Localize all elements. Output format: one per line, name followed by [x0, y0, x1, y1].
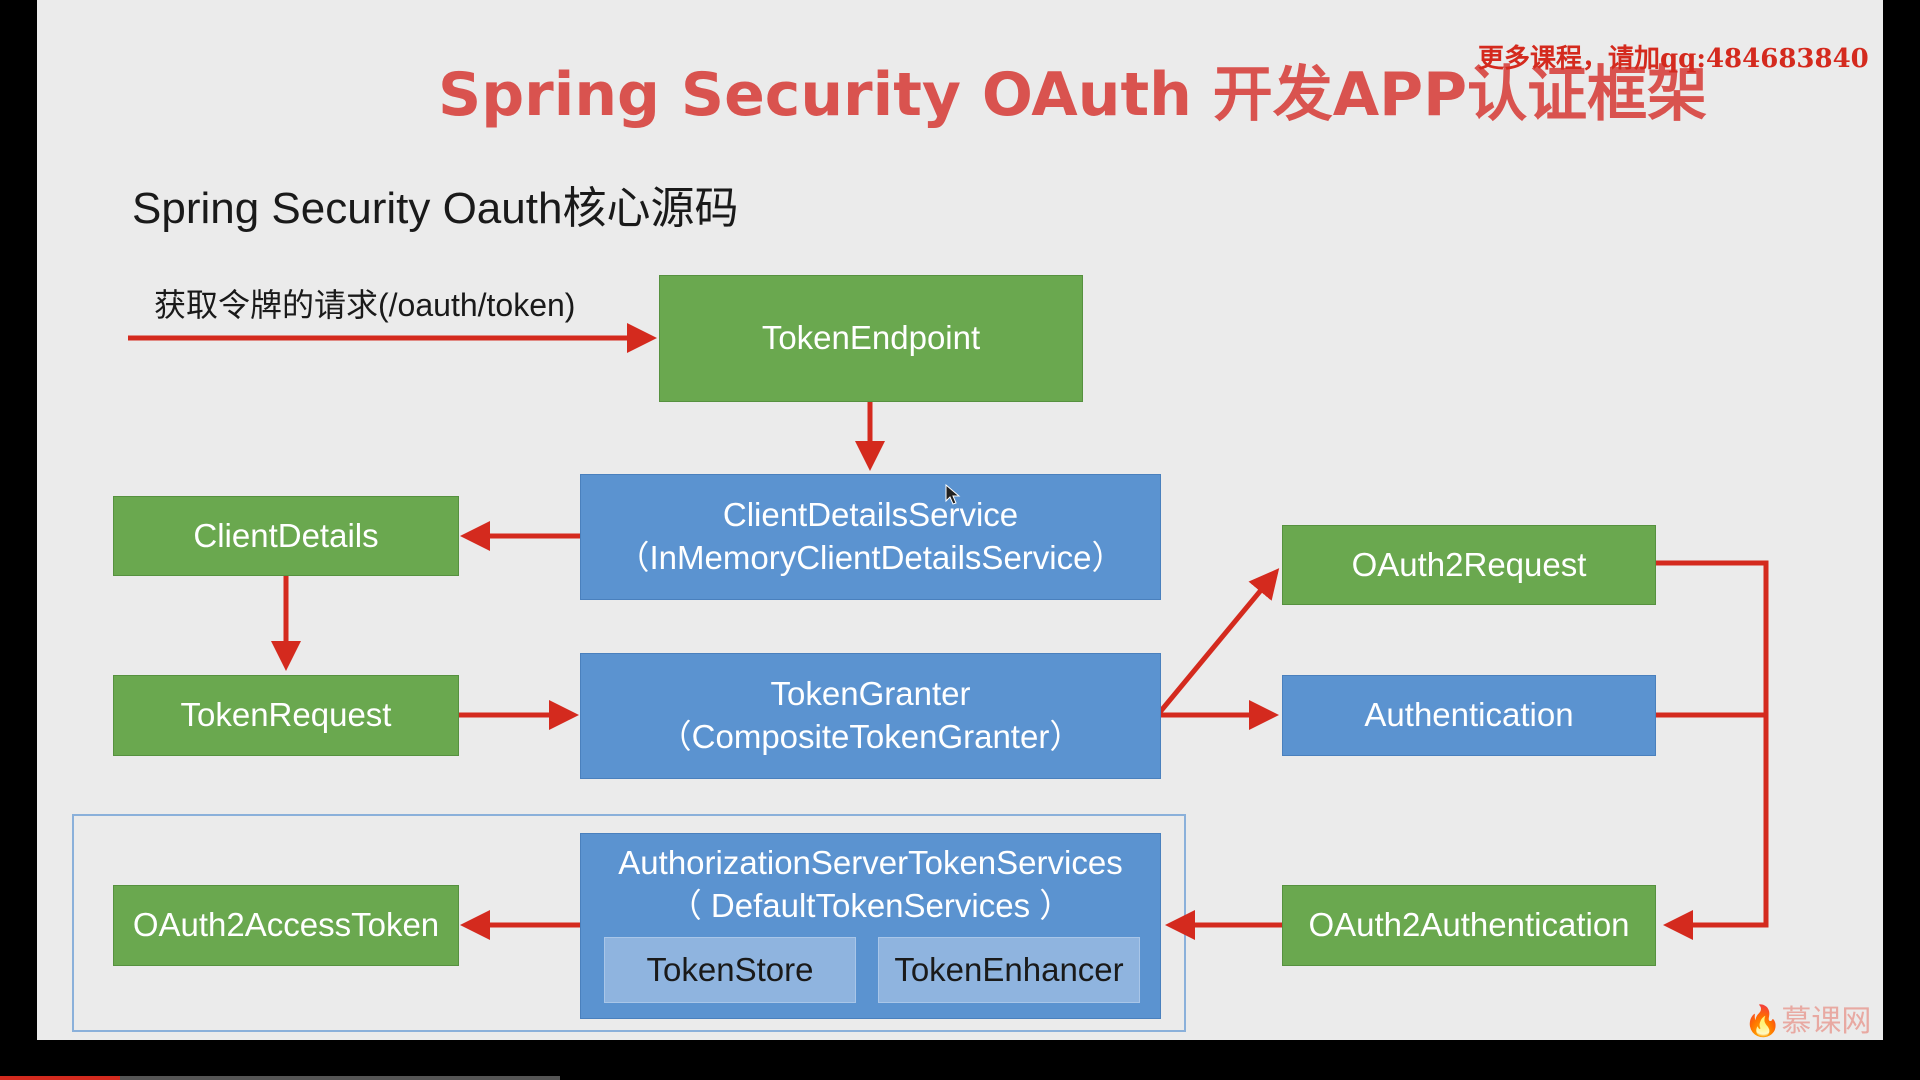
- mouse-cursor-icon: [945, 484, 961, 505]
- node-sublabel: （CompositeTokenGranter）: [658, 718, 1083, 755]
- node-oauth2-authentication: OAuth2Authentication: [1282, 885, 1656, 966]
- node-sublabel: （InMemoryClientDetailsService）: [616, 539, 1125, 576]
- video-progress-buffered[interactable]: [120, 1076, 560, 1080]
- node-token-granter: TokenGranter （CompositeTokenGranter）: [580, 653, 1161, 779]
- node-label: TokenEnhancer: [894, 951, 1124, 988]
- node-client-details-service: ClientDetailsService （InMemoryClientDeta…: [580, 474, 1161, 600]
- node-label: Authentication: [1364, 696, 1574, 734]
- node-sublabel: （ DefaultTokenServices ）: [668, 886, 1073, 924]
- node-token-endpoint: TokenEndpoint: [659, 275, 1083, 402]
- node-token-enhancer: TokenEnhancer: [878, 937, 1140, 1003]
- node-token-store: TokenStore: [604, 937, 856, 1003]
- node-label: AuthorizationServerTokenServices: [618, 844, 1123, 881]
- node-label: OAuth2Request: [1351, 545, 1587, 583]
- video-progress-played[interactable]: [0, 1076, 120, 1080]
- node-label: ClientDetailsService: [722, 496, 1019, 534]
- imooc-logo: 🔥慕课网: [1744, 1004, 1872, 1039]
- node-label: OAuth2AccessToken: [132, 906, 440, 944]
- node-label: TokenRequest: [180, 696, 392, 734]
- node-label: ClientDetails: [193, 516, 379, 554]
- flame-icon: 🔥: [1744, 1004, 1782, 1039]
- arrow-granter-to-oauth2request: [1158, 568, 1280, 714]
- node-label: OAuth2Authentication: [1308, 906, 1630, 944]
- node-oauth2-request: OAuth2Request: [1282, 525, 1656, 605]
- node-token-request: TokenRequest: [113, 675, 459, 756]
- node-client-details: ClientDetails: [113, 496, 459, 576]
- arrow-right-bus-to-oauth2auth: [1656, 560, 1769, 940]
- node-label: TokenEndpoint: [761, 319, 981, 357]
- node-authentication: Authentication: [1282, 675, 1656, 756]
- node-label: TokenGranter: [770, 675, 971, 713]
- node-label: TokenStore: [646, 951, 814, 988]
- node-oauth2-access-token: OAuth2AccessToken: [113, 885, 459, 966]
